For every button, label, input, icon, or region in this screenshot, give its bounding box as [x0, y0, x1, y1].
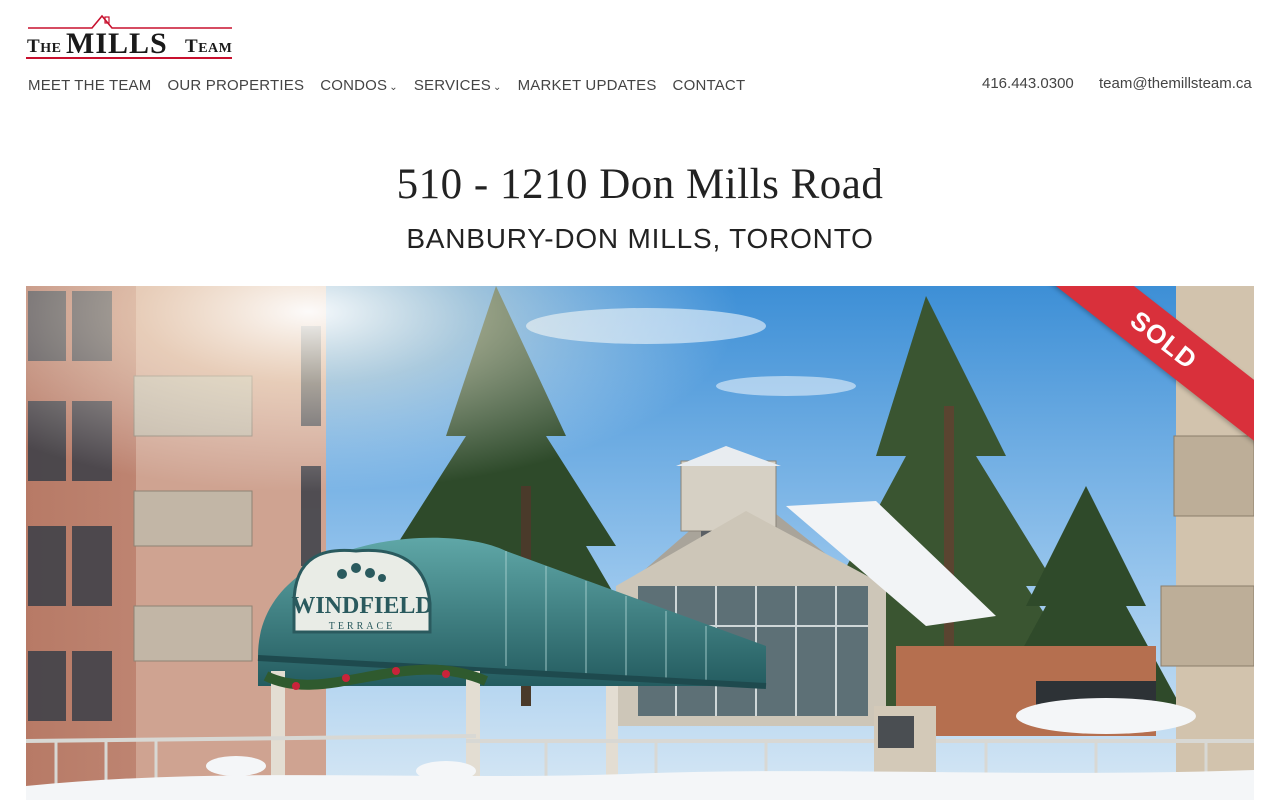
- nav-market-updates[interactable]: MARKET UPDATES: [518, 75, 657, 95]
- nav-condos[interactable]: CONDOS ⌄: [320, 75, 398, 95]
- chevron-down-icon: ⌄: [493, 81, 502, 93]
- listing-hero-photo[interactable]: WINDFIELD TERRACE SOLD: [26, 286, 1254, 800]
- email-link[interactable]: team@themillsteam.ca: [1099, 75, 1252, 92]
- nav-meet-the-team[interactable]: MEET THE TEAM: [28, 75, 151, 95]
- listing-area: BANBURY-DON MILLS, TORONTO: [406, 223, 874, 254]
- logo-word-team: TEAM: [185, 36, 233, 57]
- sign-subtext: TERRACE: [329, 621, 396, 632]
- status-ribbon: SOLD: [1034, 286, 1254, 456]
- logo-word-the: THE: [27, 36, 62, 57]
- logo-word-mills: MILLS: [66, 27, 168, 60]
- listing-address: 510 - 1210 Don Mills Road: [396, 161, 884, 208]
- sign-text: WINDFIELD: [291, 593, 432, 619]
- nav-contact[interactable]: CONTACT: [673, 75, 746, 95]
- sold-badge: SOLD: [1034, 286, 1254, 452]
- chevron-down-icon: ⌄: [389, 81, 398, 93]
- nav-services[interactable]: SERVICES ⌄: [414, 75, 502, 95]
- logo-underline: [26, 57, 232, 59]
- nav-our-properties[interactable]: OUR PROPERTIES: [167, 75, 304, 95]
- phone-link[interactable]: 416.443.0300: [982, 75, 1074, 92]
- site-logo[interactable]: THE MILLS TEAM: [26, 14, 232, 62]
- main-nav: MEET THE TEAM OUR PROPERTIES CONDOS ⌄ SER…: [28, 75, 761, 95]
